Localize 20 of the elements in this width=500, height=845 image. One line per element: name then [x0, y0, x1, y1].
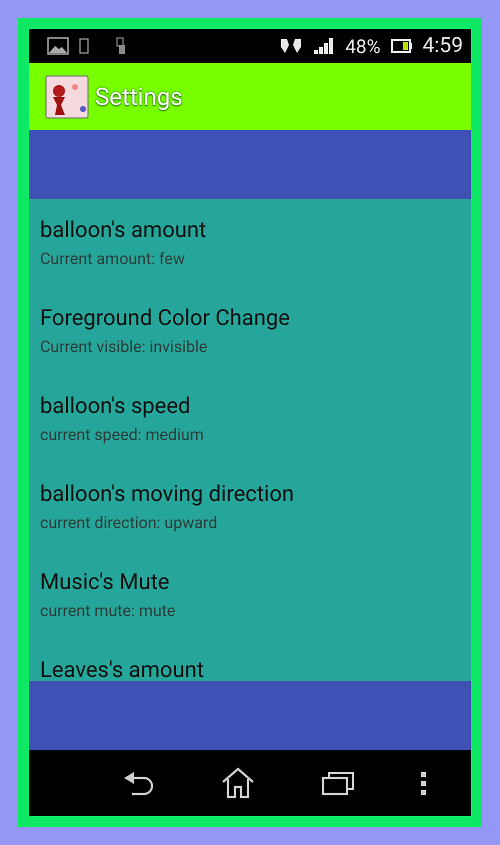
preference-summary: current speed: medium — [40, 425, 204, 445]
preference-summary: current mute: mute — [40, 601, 176, 621]
app-icon — [45, 74, 89, 118]
preference-summary: Current visible: invisible — [40, 337, 208, 357]
preference-title[interactable]: Music's Mute — [40, 568, 170, 597]
battery-icon — [390, 39, 412, 53]
preference-title[interactable]: Foreground Color Change — [40, 304, 290, 333]
screen-title: Settings — [95, 82, 183, 110]
preference-title[interactable]: balloon's speed — [40, 392, 190, 421]
preference-summary: current direction: upward — [40, 513, 218, 533]
preference-title[interactable]: balloon's amount — [40, 216, 206, 245]
preference-title[interactable]: balloon's moving direction — [40, 480, 294, 509]
image-icon — [47, 37, 69, 55]
more-icon — [420, 770, 428, 796]
phone-icon — [79, 38, 89, 54]
preference-title[interactable]: Leaves's amount — [40, 656, 204, 681]
battery-percent: 48% — [345, 34, 380, 58]
signal-icon — [313, 37, 336, 55]
clock: 4:59 — [422, 34, 463, 58]
preference-summary: Current amount: few — [40, 249, 185, 269]
